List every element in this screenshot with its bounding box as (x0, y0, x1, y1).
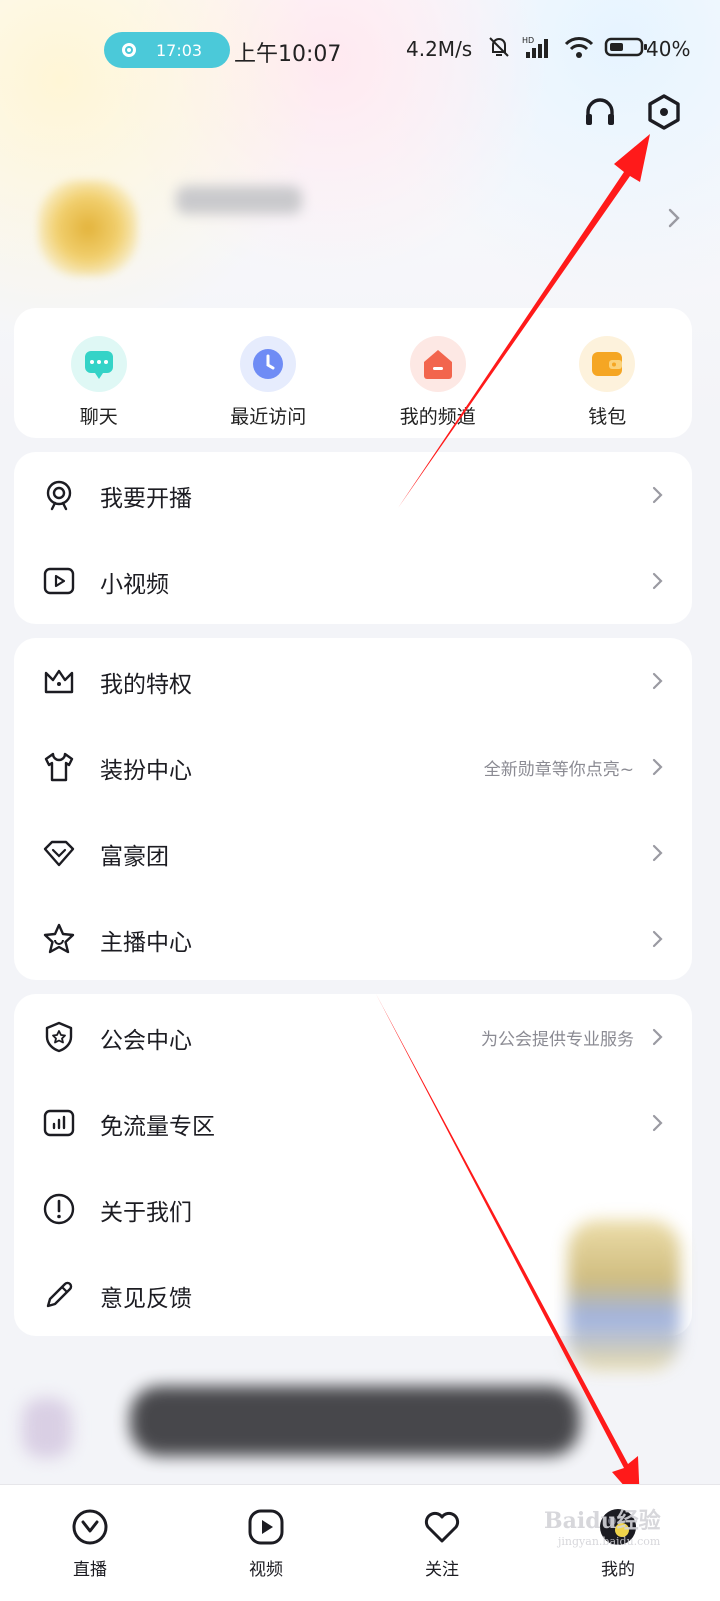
menu-item-dressup[interactable]: 装扮中心 全新勋章等你点亮~ (14, 724, 692, 810)
quick-action-recent[interactable]: 最近访问 (184, 308, 354, 438)
camera-icon (46, 480, 72, 511)
menu-item-free-data[interactable]: 免流量专区 (14, 1080, 692, 1166)
quick-action-channel[interactable]: 我的频道 (353, 308, 523, 438)
menu-item-guild-center[interactable]: 公会中心 为公会提供专业服务 (14, 994, 692, 1080)
nav-tab-label: 关注 (425, 1560, 459, 1580)
status-icons: HD (486, 34, 648, 60)
heart-icon (424, 1511, 460, 1543)
menu-group-1: 我要开播 小视频 (14, 452, 692, 624)
menu-item-label: 免流量专区 (100, 1114, 215, 1140)
info-icon (43, 1193, 75, 1225)
chevron-right-icon (652, 1114, 663, 1132)
mute-bell-icon (489, 37, 509, 57)
diamond-icon (43, 840, 75, 867)
menu-item-label: 意见反馈 (100, 1286, 192, 1312)
status-bar: 17:03 上午10:07 4.2M/s HD 40% (0, 0, 720, 96)
star-icon (43, 923, 75, 954)
floating-widget-blurred[interactable] (568, 1220, 680, 1370)
menu-item-hint: 全新勋章等你点亮~ (483, 760, 634, 780)
record-icon (122, 43, 136, 57)
settings-icon[interactable] (644, 92, 684, 132)
call-time: 17:03 (156, 40, 203, 60)
mini-player-avatar-blurred[interactable] (22, 1398, 72, 1458)
chevron-right-icon (652, 572, 663, 590)
menu-item-label: 主播中心 (100, 930, 192, 956)
signal-icon: HD (522, 36, 548, 58)
menu-item-hint: 为公会提供专业服务 (481, 1030, 634, 1050)
nav-tab-video[interactable]: 视频 (176, 1485, 356, 1601)
battery-percent: 40% (646, 37, 691, 61)
crown-icon (44, 669, 74, 694)
home-icon (409, 336, 466, 392)
chevron-right-icon[interactable] (664, 206, 684, 230)
chevron-right-icon (652, 1028, 663, 1046)
bottom-navigation: 直播 视频 关注 我的 Baidu经验 jingyan.baidu.com (0, 1484, 720, 1601)
quick-actions-card: 聊天 最近访问 我的频道 钱包 (14, 308, 692, 438)
menu-item-label: 我的特权 (100, 672, 192, 698)
nav-tab-label: 视频 (249, 1560, 283, 1580)
quick-action-label: 聊天 (79, 406, 118, 428)
quick-action-label: 钱包 (588, 406, 627, 428)
watermark-sub: jingyan.baidu.com (558, 1535, 661, 1548)
ongoing-call-pill[interactable]: 17:03 (104, 32, 230, 68)
menu-item-start-live[interactable]: 我要开播 (14, 452, 692, 538)
pen-icon (46, 1281, 73, 1308)
shirt-icon (44, 752, 74, 782)
chevron-right-icon (652, 486, 663, 504)
wifi-icon (564, 37, 594, 58)
menu-item-privileges[interactable]: 我的特权 (14, 638, 692, 724)
network-speed: 4.2M/s (406, 37, 473, 61)
mini-player-banner-blurred[interactable] (130, 1386, 580, 1456)
user-name-blurred[interactable] (176, 186, 302, 214)
nav-tab-follow[interactable]: 关注 (352, 1485, 532, 1601)
menu-item-label: 小视频 (100, 572, 169, 598)
quick-action-label: 最近访问 (230, 406, 307, 428)
menu-item-label: 富豪团 (100, 844, 169, 870)
menu-item-short-video[interactable]: 小视频 (14, 538, 692, 624)
wallet-icon (579, 336, 636, 392)
nav-tab-label: 直播 (73, 1560, 107, 1580)
nav-tab-label: 我的 (601, 1560, 635, 1580)
quick-action-label: 我的频道 (399, 406, 476, 428)
headphones-icon[interactable] (580, 92, 620, 132)
chevron-right-icon (652, 844, 663, 862)
menu-item-label: 公会中心 (100, 1028, 192, 1054)
live-icon (72, 1509, 108, 1545)
menu-item-label: 关于我们 (100, 1200, 192, 1226)
chevron-right-icon (652, 758, 663, 776)
play-icon (248, 1509, 284, 1545)
menu-item-streamer-center[interactable]: 主播中心 (14, 896, 692, 982)
watermark-main: Baidu经验 (544, 1508, 661, 1534)
hd-label: HD (522, 36, 534, 45)
menu-item-label: 装扮中心 (100, 758, 192, 784)
battery-icon (604, 37, 647, 57)
clock: 上午10:07 (234, 42, 342, 67)
menu-item-rich-club[interactable]: 富豪团 (14, 810, 692, 896)
menu-group-2: 我的特权 装扮中心 全新勋章等你点亮~ 富豪团 主播中心 (14, 638, 692, 980)
data-chart-icon (43, 1109, 75, 1137)
watermark: Baidu经验 jingyan.baidu.com (544, 1503, 661, 1548)
video-icon (43, 567, 75, 595)
chevron-right-icon (652, 930, 663, 948)
chat-icon (70, 336, 127, 392)
quick-action-wallet[interactable]: 钱包 (523, 308, 693, 438)
nav-tab-live[interactable]: 直播 (0, 1485, 180, 1601)
quick-action-chat[interactable]: 聊天 (14, 308, 184, 438)
shield-star-icon (45, 1021, 73, 1053)
chevron-right-icon (652, 672, 663, 690)
user-avatar[interactable] (38, 180, 138, 276)
menu-item-label: 我要开播 (100, 486, 192, 512)
clock-icon (240, 336, 297, 392)
